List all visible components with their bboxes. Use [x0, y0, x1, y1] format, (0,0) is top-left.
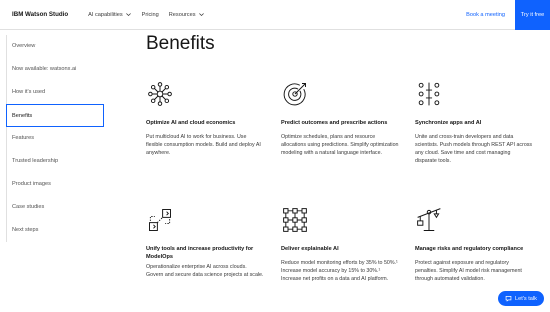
top-navigation: IBM Watson Studio AI capabilities Pricin… — [0, 0, 550, 30]
benefit-card: Synchronize apps and AI Unite and cross-… — [415, 80, 533, 165]
sidebar-item-watsonx[interactable]: Now available: watsonx.ai — [7, 58, 104, 81]
benefit-body: Put multicloud AI to work for business. … — [146, 134, 261, 156]
brand-name[interactable]: IBM Watson Studio — [12, 11, 68, 18]
nav-pricing-label: Pricing — [141, 11, 159, 18]
nav-resources[interactable]: Resources — [169, 11, 205, 18]
nav-pricing[interactable]: Pricing — [142, 12, 159, 18]
lets-talk-label: Let's talk — [515, 295, 537, 302]
chat-icon — [505, 296, 512, 302]
sidebar-item-trusted-leadership[interactable]: Trusted leadership — [7, 150, 104, 173]
book-meeting-link[interactable]: Book a meeting — [466, 12, 505, 18]
benefit-body: Operationalize enterprise AI across clou… — [146, 264, 264, 278]
chevron-down-icon — [125, 13, 131, 17]
modelops-icon — [149, 209, 171, 231]
chevron-down-icon — [198, 13, 204, 17]
benefit-title: Manage risks and regulatory compliance — [415, 246, 524, 252]
scale-icon — [417, 208, 441, 231]
benefit-card: Predict outcomes and prescribe actions O… — [281, 80, 399, 157]
benefit-title: Optimize AI and cloud economics — [146, 120, 236, 126]
sidebar-item-how-used[interactable]: How it's used — [7, 81, 104, 104]
benefit-body: Unite and cross-train developers and dat… — [415, 134, 533, 164]
benefit-title: Predict outcomes and prescribe actions — [281, 120, 388, 126]
benefit-body: Protect against exposure and regulatory … — [415, 260, 522, 282]
explainable-icon — [283, 208, 307, 232]
sidebar-item-next-steps[interactable]: Next steps — [7, 219, 104, 242]
nav-resources-label: Resources — [168, 11, 196, 18]
benefit-card: Manage risks and regulatory compliance P… — [415, 206, 533, 283]
try-it-free-button[interactable]: Try it free — [515, 0, 550, 30]
target-icon — [283, 83, 306, 106]
benefit-card: Unify tools and increase productivity fo… — [146, 206, 264, 279]
sidebar-item-overview[interactable]: Overview — [7, 35, 104, 58]
benefit-title: Deliver explainable AI — [281, 246, 339, 252]
network-icon — [148, 82, 172, 106]
benefit-body: Optimize schedules, plans and resource a… — [281, 134, 399, 156]
page-title: Benefits — [146, 33, 215, 54]
nav-ai-capabilities-label: AI capabilities — [88, 11, 123, 18]
benefit-card: Deliver explainable AI Reduce model moni… — [281, 206, 399, 283]
benefit-title: Synchronize apps and AI — [415, 120, 482, 126]
lets-talk-button[interactable]: Let's talk — [498, 291, 544, 306]
sidebar-item-product-images[interactable]: Product images — [7, 173, 104, 196]
benefit-title: Unify tools and increase productivity fo… — [146, 246, 254, 260]
sidebar-item-benefits[interactable]: Benefits — [6, 104, 104, 127]
benefit-card: Optimize AI and cloud economics Put mult… — [146, 80, 264, 157]
nav-ai-capabilities[interactable]: AI capabilities — [88, 11, 132, 18]
sync-icon — [418, 82, 440, 106]
sidebar-item-features[interactable]: Features — [7, 127, 104, 150]
table-of-contents: Overview Now available: watsonx.ai How i… — [6, 35, 104, 242]
benefit-body: Reduce model monitoring efforts by 35% t… — [281, 260, 398, 282]
sidebar-item-case-studies[interactable]: Case studies — [7, 196, 104, 219]
